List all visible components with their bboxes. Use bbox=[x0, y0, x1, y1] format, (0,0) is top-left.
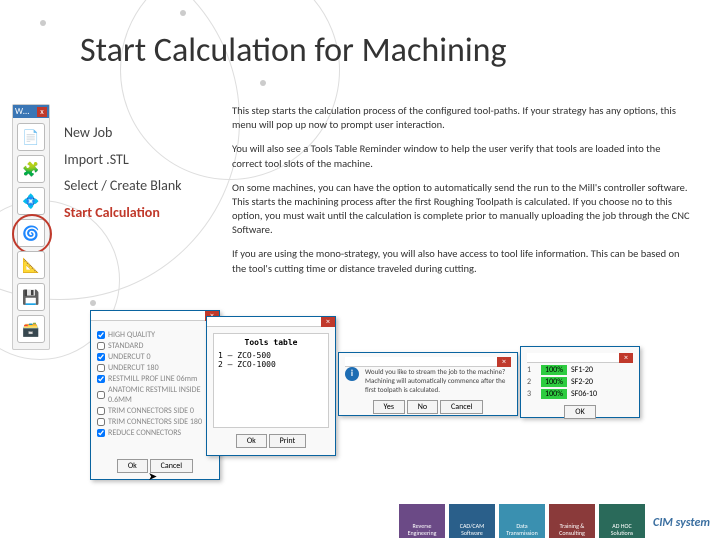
simulate-icon[interactable]: 📐 bbox=[17, 251, 45, 279]
tool-name: SF06-10 bbox=[571, 389, 597, 399]
ok-button[interactable]: Ok bbox=[236, 434, 267, 448]
checkbox[interactable] bbox=[97, 331, 105, 339]
option-label: TRIM CONNECTORS SIDE 0 bbox=[108, 406, 194, 416]
step-list: New Job Import .STL Select / Create Blan… bbox=[64, 120, 224, 226]
vertical-toolbar: W… x 📄 🧩 💠 🌀 📐 💾 🗃️ bbox=[12, 104, 50, 350]
footer-card: Training & Consulting bbox=[549, 504, 595, 538]
checkbox[interactable] bbox=[97, 429, 105, 437]
option-label: REDUCE CONNECTORS bbox=[108, 428, 181, 438]
postprocess-icon[interactable]: 💾 bbox=[17, 283, 45, 311]
step-start-calc: Start Calculation bbox=[64, 200, 224, 227]
tool-index: 3 bbox=[527, 389, 537, 399]
tool-index: 2 bbox=[527, 377, 537, 387]
strategy-option[interactable]: ANATOMIC RESTMILL INSIDE 0.6MM bbox=[97, 385, 213, 405]
step-import: Import .STL bbox=[64, 147, 224, 174]
tool-line-1: 1 – ZCO-500 bbox=[218, 351, 324, 360]
stream-message: Would you like to stream the job to the … bbox=[365, 367, 511, 394]
step-blank: Select / Create Blank bbox=[64, 173, 224, 200]
import-icon[interactable]: 🧩 bbox=[17, 155, 45, 183]
strategy-option[interactable]: HIGH QUALITY bbox=[97, 330, 213, 340]
strategy-option[interactable]: STANDARD bbox=[97, 341, 213, 351]
strategy-option[interactable]: TRIM CONNECTORS SIDE 0 bbox=[97, 406, 213, 416]
para-2: You will also see a Tools Table Reminder… bbox=[232, 142, 692, 170]
para-1: This step starts the calculation process… bbox=[232, 104, 692, 132]
no-button[interactable]: No bbox=[407, 400, 438, 414]
strategy-option[interactable]: REDUCE CONNECTORS bbox=[97, 428, 213, 438]
footer-card: Data Transmission bbox=[499, 504, 545, 538]
checkbox[interactable] bbox=[97, 364, 105, 372]
option-label: UNDERCUT 0 bbox=[108, 352, 151, 362]
strategy-option[interactable]: TRIM CONNECTORS SIDE 180 bbox=[97, 417, 213, 427]
checkbox[interactable] bbox=[97, 353, 105, 361]
footer: Reverse EngineeringCAD/CAM SoftwareData … bbox=[0, 504, 720, 540]
option-label: HIGH QUALITY bbox=[108, 330, 155, 340]
strategy-option[interactable]: UNDERCUT 0 bbox=[97, 352, 213, 362]
tool-name: SF2-20 bbox=[571, 377, 593, 387]
para-3: On some machines, you can have the optio… bbox=[232, 181, 692, 238]
checkbox[interactable] bbox=[97, 407, 105, 415]
page-title: Start Calculation for Machining bbox=[80, 30, 507, 71]
tool-life-window: × 1 100% SF1-20 2 100% SF2-20 3 100% SF06-10 OK bbox=[520, 346, 640, 418]
print-button[interactable]: Print bbox=[269, 434, 307, 448]
blank-icon[interactable]: 💠 bbox=[17, 187, 45, 215]
option-label: RESTMILL PROF LINE 06mm bbox=[108, 374, 197, 384]
close-icon[interactable]: × bbox=[497, 357, 511, 367]
tools-table-window: × Tools table 1 – ZCO-500 2 – ZCO-1000 O… bbox=[206, 316, 336, 456]
para-4: If you are using the mono-strategy, you … bbox=[232, 247, 692, 275]
cancel-button[interactable]: Cancel bbox=[150, 459, 194, 473]
option-label: UNDERCUT 180 bbox=[108, 363, 159, 373]
output-icon[interactable]: 🗃️ bbox=[17, 315, 45, 343]
calculate-icon[interactable]: 🌀 bbox=[17, 219, 45, 247]
footer-card: Reverse Engineering bbox=[399, 504, 445, 538]
info-icon: i bbox=[345, 367, 359, 381]
tool-life-pct: 100% bbox=[541, 365, 567, 375]
strategy-option[interactable]: UNDERCUT 180 bbox=[97, 363, 213, 373]
tool-life-pct: 100% bbox=[541, 389, 567, 399]
toolbar-label: W… bbox=[15, 106, 29, 117]
option-label: TRIM CONNECTORS SIDE 180 bbox=[108, 417, 202, 427]
yes-button[interactable]: Yes bbox=[373, 400, 405, 414]
close-icon[interactable]: x bbox=[37, 107, 47, 117]
ok-button[interactable]: OK bbox=[564, 405, 595, 419]
strategy-options-window: × HIGH QUALITYSTANDARDUNDERCUT 0UNDERCUT… bbox=[90, 310, 220, 480]
tool-life-row: 2 100% SF2-20 bbox=[527, 377, 633, 387]
tool-name: SF1-20 bbox=[571, 365, 593, 375]
tool-life-pct: 100% bbox=[541, 377, 567, 387]
tool-line-2: 2 – ZCO-1000 bbox=[218, 360, 324, 369]
stream-prompt-window: × i Would you like to stream the job to … bbox=[338, 352, 518, 416]
tool-life-row: 3 100% SF06-10 bbox=[527, 389, 633, 399]
tools-table-title: Tools table bbox=[218, 338, 324, 347]
checkbox[interactable] bbox=[97, 375, 105, 383]
brand-logo: CIM system bbox=[649, 508, 714, 538]
option-label: ANATOMIC RESTMILL INSIDE 0.6MM bbox=[108, 385, 213, 405]
close-icon[interactable]: × bbox=[619, 353, 633, 363]
cancel-button[interactable]: Cancel bbox=[440, 400, 484, 414]
tool-index: 1 bbox=[527, 365, 537, 375]
option-label: STANDARD bbox=[108, 341, 143, 351]
checkbox[interactable] bbox=[97, 342, 105, 350]
tool-life-row: 1 100% SF1-20 bbox=[527, 365, 633, 375]
new-job-icon[interactable]: 📄 bbox=[17, 123, 45, 151]
toolbar-header: W… x bbox=[13, 105, 49, 118]
checkbox[interactable] bbox=[97, 391, 105, 399]
checkbox[interactable] bbox=[97, 418, 105, 426]
footer-card: AD HOC Solutions bbox=[599, 504, 645, 538]
ok-button[interactable]: Ok bbox=[117, 459, 148, 473]
step-new-job: New Job bbox=[64, 120, 224, 147]
close-icon[interactable]: × bbox=[321, 317, 335, 327]
strategy-option[interactable]: RESTMILL PROF LINE 06mm bbox=[97, 374, 213, 384]
footer-card: CAD/CAM Software bbox=[449, 504, 495, 538]
body-text: This step starts the calculation process… bbox=[232, 104, 692, 286]
